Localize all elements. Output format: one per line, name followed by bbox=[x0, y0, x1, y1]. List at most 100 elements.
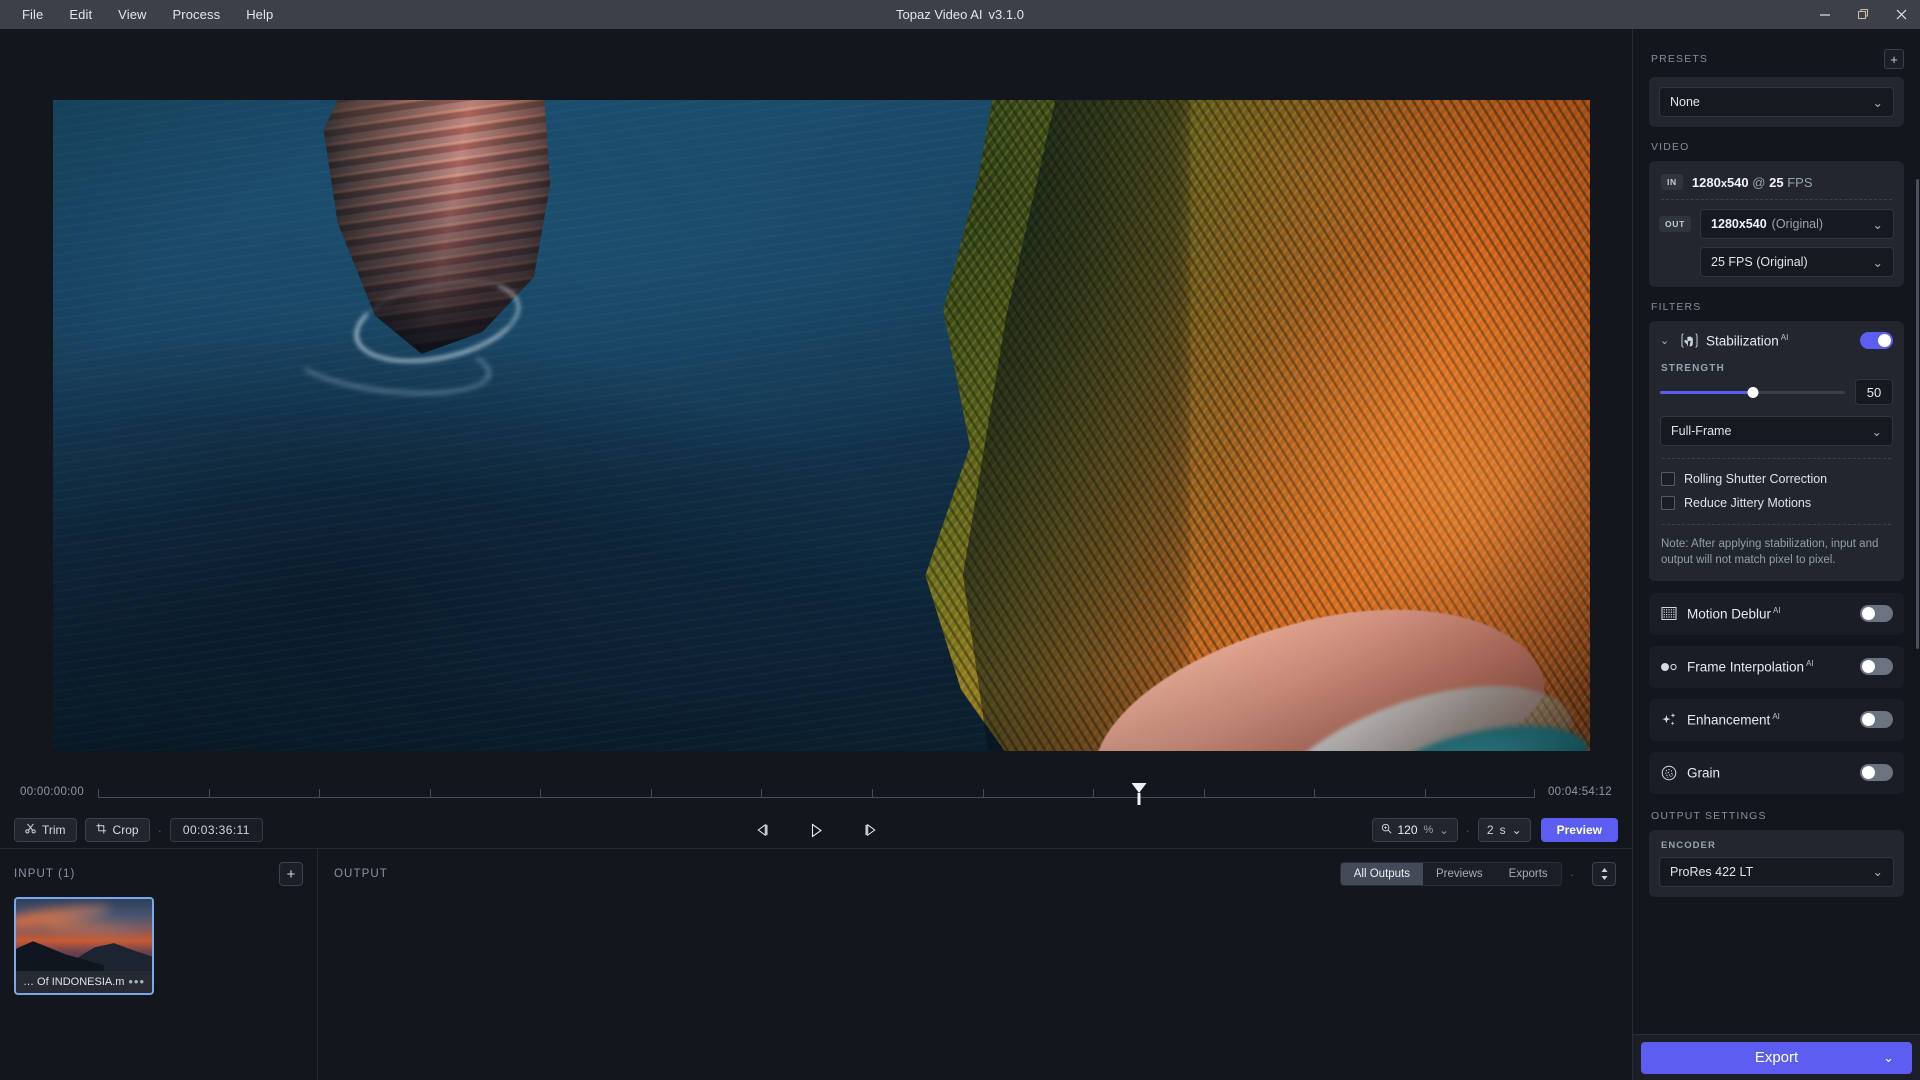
close-icon[interactable] bbox=[1882, 0, 1920, 29]
export-button[interactable]: Export ⌄ bbox=[1641, 1041, 1912, 1074]
in-at: @ bbox=[1752, 174, 1766, 190]
menu-item-process[interactable]: Process bbox=[160, 3, 234, 26]
zoom-control[interactable]: 120 % ⌄ bbox=[1371, 818, 1458, 842]
zoom-value: 120 bbox=[1397, 823, 1418, 837]
motion-deblur-icon bbox=[1660, 606, 1678, 622]
right-settings-panel: PRESETS + None ⌄ VIDEO IN 1280x540 @ 25 … bbox=[1632, 29, 1920, 1080]
motion-deblur-toggle[interactable] bbox=[1860, 605, 1893, 623]
menu-item-edit[interactable]: Edit bbox=[56, 3, 105, 26]
tab-all-outputs[interactable]: All Outputs bbox=[1340, 863, 1423, 885]
ai-superscript: AI bbox=[1773, 605, 1781, 615]
presets-card: None ⌄ bbox=[1649, 77, 1904, 127]
enhancement-toggle[interactable] bbox=[1860, 711, 1893, 729]
trim-label: Trim bbox=[42, 823, 66, 837]
input-resolution-fps: 1280x540 @ 25 FPS bbox=[1692, 175, 1813, 190]
filter-motion-deblur[interactable]: Motion Deblur AI bbox=[1649, 592, 1904, 635]
presets-label: PRESETS bbox=[1651, 53, 1709, 65]
out-resolution-suffix: (Original) bbox=[1771, 217, 1824, 231]
checkbox-reduce-jitter[interactable]: Reduce Jittery Motions bbox=[1660, 491, 1893, 515]
checkbox-box[interactable] bbox=[1661, 472, 1675, 486]
checkbox-rolling-shutter[interactable]: Rolling Shutter Correction bbox=[1660, 467, 1893, 491]
chevron-down-icon[interactable]: ⌄ bbox=[1512, 823, 1522, 837]
input-clip-card[interactable]: … Of INDONESIA.mp4 ••• bbox=[14, 897, 154, 995]
stabilization-divider-2 bbox=[1662, 524, 1891, 525]
output-fps-select[interactable]: 25 FPS (Original) ⌄ bbox=[1700, 247, 1894, 277]
slider-handle[interactable] bbox=[1747, 386, 1758, 398]
stabilization-toggle[interactable] bbox=[1860, 332, 1893, 349]
duration-field[interactable]: 00:03:36:11 bbox=[169, 818, 263, 842]
toggle-knob bbox=[1878, 334, 1891, 347]
stabilization-note: Note: After applying stabilization, inpu… bbox=[1661, 538, 1879, 567]
out-badge: OUT bbox=[1659, 216, 1692, 232]
chevron-down-icon[interactable]: ⌄ bbox=[1883, 1050, 1894, 1066]
timeline-ruler[interactable] bbox=[98, 781, 1535, 805]
timeline-start-timecode: 00:00:00:00 bbox=[20, 786, 85, 798]
strength-slider[interactable] bbox=[1660, 385, 1845, 399]
chevron-down-icon: ⌄ bbox=[1872, 865, 1883, 880]
menu-item-view[interactable]: View bbox=[105, 3, 159, 26]
strength-value-box[interactable]: 50 bbox=[1855, 379, 1893, 405]
preset-select[interactable]: None ⌄ bbox=[1659, 87, 1894, 117]
output-settings-label: OUTPUT SETTINGS bbox=[1651, 809, 1767, 822]
clip-label-row: … Of INDONESIA.mp4 ••• bbox=[16, 971, 152, 993]
menu-item-file[interactable]: File bbox=[9, 3, 56, 26]
tab-previews[interactable]: Previews bbox=[1423, 863, 1496, 885]
chevron-down-icon: ⌄ bbox=[1872, 95, 1883, 110]
sort-icon[interactable] bbox=[1592, 862, 1616, 886]
stabilization-hand-icon bbox=[1680, 333, 1698, 349]
video-input-row: IN 1280x540 @ 25 FPS bbox=[1659, 171, 1894, 199]
stabilization-header[interactable]: ⌄ Stabilization AI bbox=[1660, 332, 1893, 349]
play-icon[interactable] bbox=[805, 819, 827, 841]
timeline-end-timecode: 00:04:54:12 bbox=[1547, 786, 1612, 798]
video-preview-area[interactable] bbox=[0, 29, 1632, 772]
app-window: File Edit View Process Help Topaz Video … bbox=[0, 0, 1920, 1080]
clip-filename: … Of INDONESIA.mp4 bbox=[23, 976, 125, 988]
frame-interpolation-icon bbox=[1660, 659, 1678, 675]
clip-thumbnail bbox=[16, 899, 152, 971]
ruler-tick bbox=[1203, 789, 1205, 798]
step-back-icon[interactable] bbox=[751, 819, 773, 841]
timeline-bar[interactable]: 00:00:00:00 00:04:54:12 bbox=[0, 772, 1632, 812]
output-resolution-select[interactable]: 1280x540 (Original) ⌄ bbox=[1700, 209, 1894, 239]
output-tabs: All Outputs Previews Exports bbox=[1339, 862, 1562, 886]
checkbox-box[interactable] bbox=[1661, 496, 1675, 510]
crop-button[interactable]: Crop bbox=[84, 818, 150, 842]
input-pane: INPUT (1) + … Of INDONESIA.mp4 bbox=[0, 849, 318, 1080]
ruler-tick bbox=[208, 789, 210, 798]
step-forward-icon[interactable] bbox=[859, 819, 881, 841]
filter-grain[interactable]: Grain bbox=[1649, 751, 1904, 794]
app-name: Topaz Video AI bbox=[896, 7, 983, 22]
minimize-icon[interactable] bbox=[1806, 0, 1844, 29]
transport-separator: · bbox=[157, 822, 162, 838]
filter-enhancement[interactable]: Enhancement AI bbox=[1649, 698, 1904, 741]
frame-interpolation-toggle[interactable] bbox=[1860, 658, 1893, 676]
stabilization-mode-select[interactable]: Full-Frame ⌄ bbox=[1660, 416, 1893, 446]
chevron-down-icon: ⌄ bbox=[1871, 424, 1882, 439]
clip-more-button[interactable]: ••• bbox=[128, 975, 145, 988]
crop-label: Crop bbox=[112, 823, 139, 837]
settings-scrollbar[interactable] bbox=[1916, 179, 1919, 649]
restore-icon[interactable] bbox=[1844, 0, 1882, 29]
tab-exports[interactable]: Exports bbox=[1496, 863, 1561, 885]
menu-item-help[interactable]: Help bbox=[233, 3, 286, 26]
input-pane-header: INPUT (1) + bbox=[14, 861, 303, 887]
chevron-down-icon[interactable]: ⌄ bbox=[1439, 824, 1448, 837]
toggle-knob bbox=[1862, 713, 1875, 727]
video-frame[interactable] bbox=[53, 100, 1590, 751]
in-width: 1280 bbox=[1691, 174, 1721, 190]
motion-deblur-name: Motion Deblur AI bbox=[1687, 605, 1781, 622]
chevron-down-icon[interactable]: ⌄ bbox=[1660, 334, 1672, 347]
filter-frame-interpolation[interactable]: Frame Interpolation AI bbox=[1649, 645, 1904, 688]
trim-button[interactable]: Trim bbox=[14, 818, 77, 842]
add-preset-button[interactable]: + bbox=[1884, 49, 1904, 69]
encoder-select[interactable]: ProRes 422 LT ⌄ bbox=[1659, 856, 1894, 887]
strength-row: 50 bbox=[1660, 379, 1893, 405]
export-label: Export bbox=[1754, 1049, 1799, 1066]
grain-toggle[interactable] bbox=[1860, 764, 1893, 782]
playhead[interactable] bbox=[1131, 783, 1147, 805]
preview-button[interactable]: Preview bbox=[1540, 818, 1618, 842]
settings-scroll-area[interactable]: PRESETS + None ⌄ VIDEO IN 1280x540 @ 25 … bbox=[1633, 29, 1920, 1080]
interval-value: 2 bbox=[1486, 823, 1494, 837]
add-input-button[interactable]: + bbox=[279, 862, 303, 886]
interval-control[interactable]: 2 s ⌄ bbox=[1477, 818, 1531, 842]
